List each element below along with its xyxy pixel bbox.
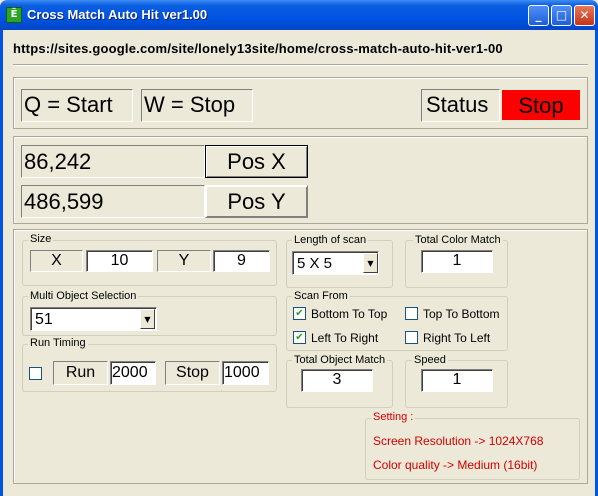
size-x-label: X — [30, 250, 83, 272]
website-url[interactable]: https://sites.google.com/site/lonely13si… — [13, 41, 503, 56]
total-color-match-label: Total Color Match — [413, 234, 503, 246]
status-badge: Stop — [502, 90, 580, 120]
pos-y-value: 486,599 — [21, 185, 205, 218]
bottom-to-top-label: Bottom To Top — [311, 307, 388, 321]
pos-x-button[interactable]: Pos X — [205, 145, 308, 178]
run-label: Run — [53, 361, 108, 385]
app-icon: Ë — [6, 7, 22, 23]
right-to-left-checkbox[interactable] — [405, 331, 418, 344]
size-y-label: Y — [157, 250, 211, 272]
stop-time-input[interactable]: 1000 — [222, 361, 269, 385]
maximize-button[interactable]: □ — [551, 5, 572, 26]
pos-x-value: 86,242 — [21, 145, 205, 178]
multi-object-dropdown-icon[interactable]: ▼ — [140, 309, 155, 329]
window-frame-left — [0, 30, 3, 496]
left-to-right-label: Left To Right — [311, 331, 379, 345]
speed-label: Speed — [412, 354, 448, 366]
length-of-scan-dropdown-icon[interactable]: ▼ — [363, 253, 378, 273]
color-quality-text: Color quality -> Medium (16bit) — [373, 458, 538, 472]
setting-label: Setting : — [371, 411, 416, 423]
pos-y-button[interactable]: Pos Y — [205, 185, 308, 218]
multi-object-label: Multi Object Selection — [28, 290, 139, 302]
top-to-bottom-checkbox[interactable] — [405, 307, 418, 320]
size-group-label: Size — [28, 233, 54, 245]
run-timing-label: Run Timing — [28, 337, 88, 349]
top-to-bottom-label: Top To Bottom — [423, 307, 500, 321]
speed-input[interactable]: 1 — [421, 369, 493, 392]
run-time-input[interactable]: 2000 — [110, 361, 156, 385]
size-x-input[interactable]: 10 — [86, 250, 153, 272]
divider — [13, 64, 588, 66]
screen-resolution-text: Screen Resolution -> 1024X768 — [373, 434, 544, 448]
size-y-input[interactable]: 9 — [213, 250, 270, 272]
status-label: Status — [421, 89, 500, 122]
run-timing-checkbox[interactable] — [29, 367, 42, 380]
right-to-left-label: Right To Left — [423, 331, 491, 345]
multi-object-select[interactable]: 51 — [30, 307, 157, 331]
minimize-button[interactable]: _ — [528, 5, 549, 26]
stop-hotkey-label: W = Stop — [141, 89, 253, 122]
close-button[interactable]: ✕ — [574, 5, 595, 26]
start-hotkey-label: Q = Start — [21, 89, 133, 122]
total-color-match-input[interactable]: 1 — [421, 250, 493, 273]
length-of-scan-label: Length of scan — [292, 234, 369, 246]
total-object-match-label: Total Object Match — [292, 354, 388, 366]
stop-label: Stop — [165, 361, 220, 385]
total-object-match-input[interactable]: 3 — [301, 369, 373, 392]
left-to-right-checkbox[interactable]: ✔ — [293, 331, 306, 344]
scan-from-label: Scan From — [292, 290, 350, 302]
bottom-to-top-checkbox[interactable]: ✔ — [293, 307, 306, 320]
window-title: Cross Match Auto Hit ver1.00 — [27, 7, 208, 22]
